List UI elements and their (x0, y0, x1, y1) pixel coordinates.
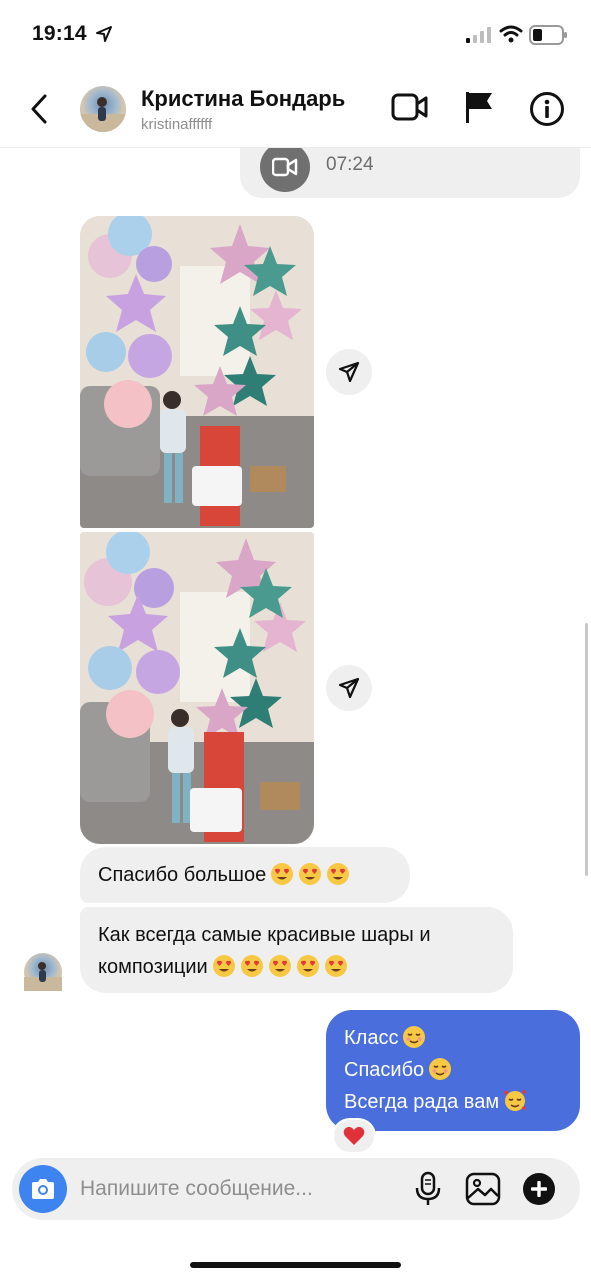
incoming-message[interactable]: Как всегда самые красивые шары и компози… (80, 907, 513, 993)
call-time: 07:24 (326, 154, 374, 175)
video-call-message[interactable]: 07:24 (240, 148, 580, 198)
message-input[interactable] (80, 1172, 400, 1206)
heart-eyes-emoji-icon (299, 863, 322, 885)
incoming-message[interactable]: Спасибо большое (80, 847, 410, 903)
message-text: Класс (344, 1027, 399, 1049)
signal-icon (466, 27, 491, 43)
scrollbar[interactable] (585, 623, 588, 876)
chevron-left-icon (31, 94, 47, 124)
send-icon (338, 361, 360, 383)
heart-eyes-emoji-icon (271, 863, 294, 885)
balloons-photo-2[interactable] (80, 532, 314, 844)
balloons-photo-1[interactable] (80, 216, 314, 528)
flag-icon[interactable] (463, 90, 495, 124)
heart-icon (343, 1126, 365, 1145)
wifi-icon (499, 25, 523, 43)
heart-eyes-emoji-icon (324, 955, 347, 977)
home-indicator[interactable] (190, 1262, 401, 1268)
plus-circle-icon[interactable] (522, 1172, 556, 1206)
microphone-icon[interactable] (414, 1171, 442, 1207)
camera-button[interactable] (19, 1165, 67, 1213)
message-text: композиции (98, 956, 208, 978)
outgoing-message[interactable]: Класс Спасибо Всегда рада вам (326, 1010, 580, 1131)
location-arrow-icon (96, 26, 112, 42)
message-composer (12, 1158, 580, 1220)
heart-eyes-emoji-icon (268, 955, 291, 977)
message-text: Спасибо (344, 1059, 425, 1081)
back-button[interactable] (24, 90, 54, 128)
share-button[interactable] (326, 665, 372, 711)
heart-reaction[interactable] (332, 1118, 376, 1154)
info-icon[interactable] (529, 91, 565, 127)
heart-eyes-emoji-icon (212, 955, 235, 977)
chat-header: Кристина Бондарь kristinaffffff (0, 70, 591, 148)
status-bar: 19:14 (0, 0, 591, 70)
heart-eyes-emoji-icon (327, 863, 350, 885)
contact-name[interactable]: Кристина Бондарь (141, 86, 345, 112)
message-text: Как всегда самые красивые шары и (98, 924, 431, 946)
status-time: 19:14 (32, 22, 87, 45)
contact-avatar[interactable] (80, 86, 126, 132)
message-thread[interactable]: 07:24 Спасибо большое Как всегда самые к… (0, 148, 591, 1158)
video-call-icon[interactable] (391, 92, 429, 122)
battery-icon (529, 25, 567, 45)
smiling-hearts-emoji-icon (504, 1090, 527, 1111)
relieved-smile-emoji-icon (403, 1026, 426, 1048)
gallery-icon[interactable] (465, 1172, 501, 1206)
relieved-smile-emoji-icon (429, 1058, 452, 1080)
share-button[interactable] (326, 349, 372, 395)
call-icon (260, 148, 310, 192)
contact-username: kristinaffffff (141, 116, 213, 133)
sender-avatar[interactable] (24, 953, 62, 991)
message-text: Спасибо большое (98, 864, 267, 886)
message-text: Всегда рада вам (344, 1091, 500, 1113)
heart-eyes-emoji-icon (296, 955, 319, 977)
heart-eyes-emoji-icon (240, 955, 263, 977)
send-icon (338, 677, 360, 699)
camera-icon (32, 1179, 54, 1199)
